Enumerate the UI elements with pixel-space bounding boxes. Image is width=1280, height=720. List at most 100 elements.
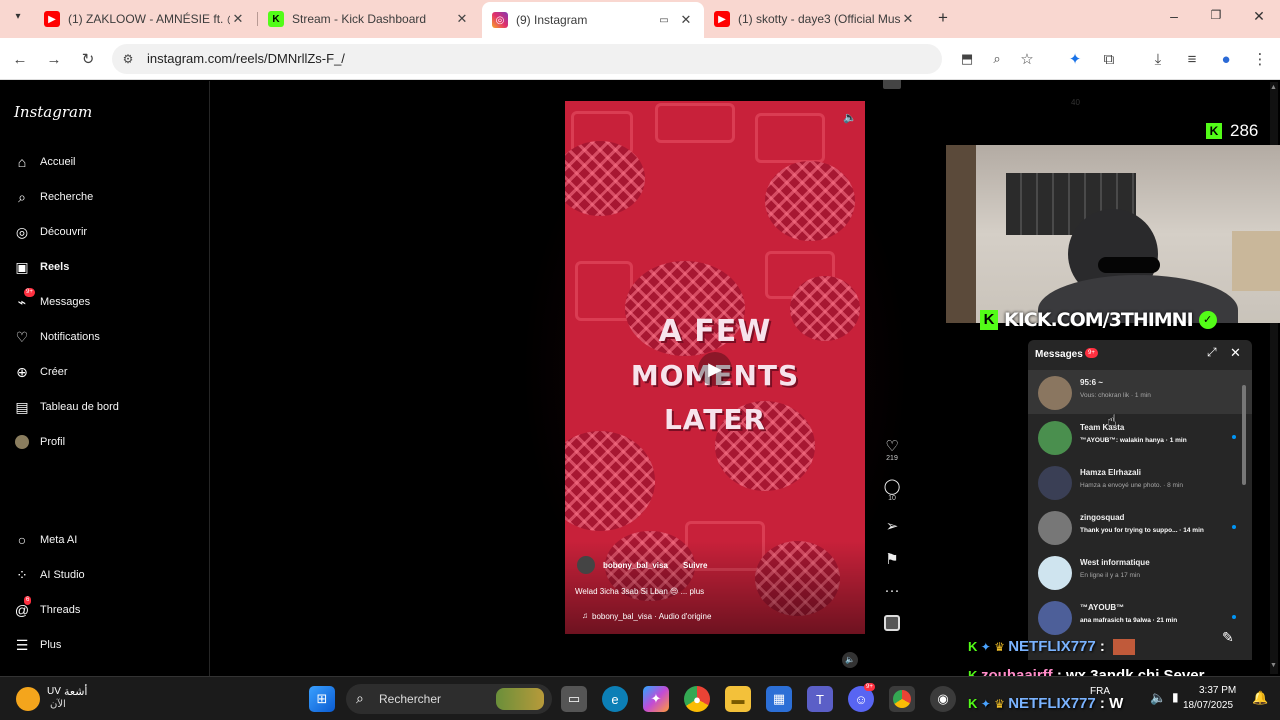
back-icon[interactable]: ← bbox=[9, 48, 31, 70]
cast-icon[interactable]: ▭ bbox=[656, 15, 672, 26]
new-tab-button[interactable]: + bbox=[934, 9, 952, 27]
close-icon[interactable]: ✕ bbox=[1230, 345, 1241, 361]
comment-button[interactable]: ◯ 10 bbox=[882, 477, 902, 502]
conversation-item[interactable]: West informatique En ligne il y a 17 min bbox=[1028, 550, 1252, 594]
sidebar-item-reels[interactable]: ▣ Reels bbox=[14, 256, 69, 278]
close-window-button[interactable]: ✕ bbox=[1250, 8, 1268, 25]
sidebar-item-label: Recherche bbox=[40, 191, 94, 203]
conversation-item[interactable]: Hamza Elrhazali Hamza a envoyé une photo… bbox=[1028, 460, 1252, 504]
url-text[interactable]: instagram.com/reels/DMNrllZs-F_/ bbox=[147, 51, 345, 66]
volume-tray-icon[interactable]: 🔈 bbox=[1150, 690, 1166, 706]
task-view-icon[interactable]: ▭ bbox=[561, 686, 587, 712]
battery-icon[interactable]: ▮ bbox=[1172, 690, 1179, 704]
messages-scrollbar[interactable] bbox=[1242, 385, 1246, 485]
reel-caption[interactable]: Welad 3icha 3sab Si Lban 😔 ... plus bbox=[575, 587, 704, 596]
edge-icon[interactable]: e bbox=[602, 686, 628, 712]
share-button[interactable]: ➢ bbox=[882, 517, 902, 535]
forward-icon[interactable]: → bbox=[43, 48, 65, 70]
chat-username: NETFLIX777 bbox=[1008, 638, 1096, 655]
tab-skotty[interactable]: ▶ (1) skotty - daye3 (Official Musi ✕ bbox=[706, 4, 924, 34]
chrome-active-icon[interactable] bbox=[889, 686, 915, 712]
play-icon[interactable]: ▶ bbox=[698, 352, 732, 386]
save-button[interactable]: ⚑ bbox=[882, 550, 902, 568]
tab-search-dropdown-icon[interactable]: ▾ bbox=[10, 11, 26, 27]
close-icon[interactable]: ✕ bbox=[230, 11, 246, 27]
media-control-icon[interactable]: ≡ bbox=[1181, 48, 1203, 70]
chrome-icon[interactable]: ● bbox=[684, 686, 710, 712]
new-message-icon[interactable]: ✎ bbox=[1222, 629, 1234, 646]
close-icon[interactable]: ✕ bbox=[900, 11, 916, 27]
notification-bell-icon[interactable]: 🔔 bbox=[1252, 690, 1268, 706]
file-explorer-icon[interactable]: ▬ bbox=[725, 686, 751, 712]
reel-author[interactable]: bobony_bal_visa bbox=[603, 561, 668, 570]
scroll-up-arrow[interactable]: ▲ bbox=[1270, 84, 1277, 91]
obs-icon[interactable]: ◉ bbox=[930, 686, 956, 712]
conversation-name: 95:6 ~ bbox=[1080, 378, 1103, 387]
chat-emote-icon bbox=[1113, 639, 1136, 656]
reel-audio[interactable]: bobony_bal_visa · Audio d'origine bbox=[592, 612, 711, 621]
avatar bbox=[1038, 421, 1072, 455]
install-app-icon[interactable]: ⬒ bbox=[956, 48, 978, 70]
sidebar-item-decouvrir[interactable]: ◎ Découvrir bbox=[14, 221, 87, 243]
reload-icon[interactable]: ↻ bbox=[77, 48, 99, 70]
sidebar-item-profil[interactable]: Profil bbox=[14, 431, 65, 453]
unread-dot bbox=[1232, 615, 1236, 619]
browser-menu-icon[interactable]: ⋮ bbox=[1249, 48, 1271, 70]
sidebar-item-messages[interactable]: ⌁ 9+ Messages bbox=[14, 288, 91, 313]
copilot-icon[interactable]: ✦ bbox=[643, 686, 669, 712]
like-button[interactable]: ♡ 219 bbox=[882, 437, 902, 462]
follow-button[interactable]: Suivre bbox=[683, 561, 707, 570]
sidebar-item-meta-ai[interactable]: ○ Meta AI bbox=[14, 529, 78, 551]
sidebar-item-plus[interactable]: ☰ Plus bbox=[14, 634, 62, 656]
expand-icon[interactable]: ⤢ bbox=[1207, 345, 1217, 360]
search-icon: ⌕ bbox=[18, 188, 26, 205]
conversation-item[interactable]: ™AYOUB™ ana mafrasich ta 9alwa · 21 min bbox=[1028, 595, 1252, 639]
sidebar-item-notifications[interactable]: ♡ Notifications bbox=[14, 326, 100, 348]
scroll-down-arrow[interactable]: ▼ bbox=[1270, 662, 1277, 669]
close-icon[interactable]: ✕ bbox=[678, 12, 694, 28]
taskbar-search-box[interactable]: ⌕ Rechercher bbox=[346, 684, 552, 714]
teams-icon[interactable]: T bbox=[807, 686, 833, 712]
clock-time[interactable]: 3:37 PM bbox=[1199, 685, 1236, 696]
weather-widget[interactable]: UV أشعة الآن bbox=[14, 684, 134, 714]
comment-count: 10 bbox=[888, 495, 896, 502]
conversation-preview: ™AYOUB™: walakin hanya · 1 min bbox=[1080, 437, 1187, 444]
extension-icon[interactable]: ✦ bbox=[1064, 48, 1086, 70]
tab-kick-dashboard[interactable]: K Stream - Kick Dashboard ✕ bbox=[260, 4, 478, 34]
sidebar-item-label: Messages bbox=[40, 296, 91, 308]
conversation-item[interactable]: zingosquad Thank you for trying to suppo… bbox=[1028, 505, 1252, 549]
mute-icon[interactable]: 🔈 bbox=[842, 111, 858, 127]
minimize-button[interactable]: – bbox=[1165, 8, 1183, 24]
store-icon[interactable]: ▦ bbox=[766, 686, 792, 712]
extensions-puzzle-icon[interactable]: ⧉ bbox=[1098, 48, 1120, 70]
audio-thumbnail[interactable] bbox=[882, 615, 902, 635]
clock-date[interactable]: 18/07/2025 bbox=[1183, 700, 1233, 711]
tab-zaklow[interactable]: ▶ (1) ZAKLOOW - AMNÉSIE ft. @ ✕ bbox=[36, 4, 254, 34]
more-options-button[interactable]: ··· bbox=[882, 582, 902, 599]
zoom-icon[interactable]: ⌕ bbox=[986, 48, 1008, 70]
close-icon[interactable]: ✕ bbox=[454, 11, 470, 27]
unread-dot bbox=[1232, 525, 1236, 529]
bookmark-star-icon[interactable]: ☆ bbox=[1016, 48, 1038, 70]
tab-separator bbox=[257, 12, 258, 26]
language-indicator[interactable]: FRA bbox=[1090, 686, 1110, 697]
sidebar-item-creer[interactable]: ⊕ Créer bbox=[14, 361, 67, 383]
instagram-logo[interactable]: Instagram bbox=[14, 103, 92, 121]
sidebar-item-recherche[interactable]: ⌕ Recherche bbox=[14, 186, 93, 208]
site-info-icon[interactable]: ⚙ bbox=[117, 48, 139, 70]
start-button[interactable]: ⊞ bbox=[309, 686, 335, 712]
profile-icon[interactable]: ● bbox=[1215, 48, 1237, 70]
sidebar-item-tableau-de-bord[interactable]: ▤ Tableau de bord bbox=[14, 396, 119, 418]
sidebar-item-threads[interactable]: @6 Threads bbox=[14, 596, 80, 621]
restore-button[interactable]: ❐ bbox=[1207, 8, 1225, 22]
download-icon[interactable]: ⤓ bbox=[1147, 48, 1169, 70]
volume-icon[interactable]: 🔈 bbox=[842, 652, 858, 668]
conversation-item[interactable]: 95:6 ~ Vous: chokran lik · 1 min bbox=[1028, 370, 1252, 414]
chat-username: NETFLIX777 bbox=[1008, 695, 1096, 712]
author-avatar[interactable] bbox=[577, 556, 595, 574]
conversation-item[interactable]: Team Kasta ™AYOUB™: walakin hanya · 1 mi… bbox=[1028, 415, 1252, 459]
tab-instagram[interactable]: ◎ (9) Instagram ▭ ✕ bbox=[482, 2, 704, 38]
sidebar-item-accueil[interactable]: ⌂ Accueil bbox=[14, 151, 76, 173]
sidebar-item-label: Reels bbox=[40, 261, 70, 273]
sidebar-item-ai-studio[interactable]: ⁘ AI Studio bbox=[14, 564, 85, 586]
